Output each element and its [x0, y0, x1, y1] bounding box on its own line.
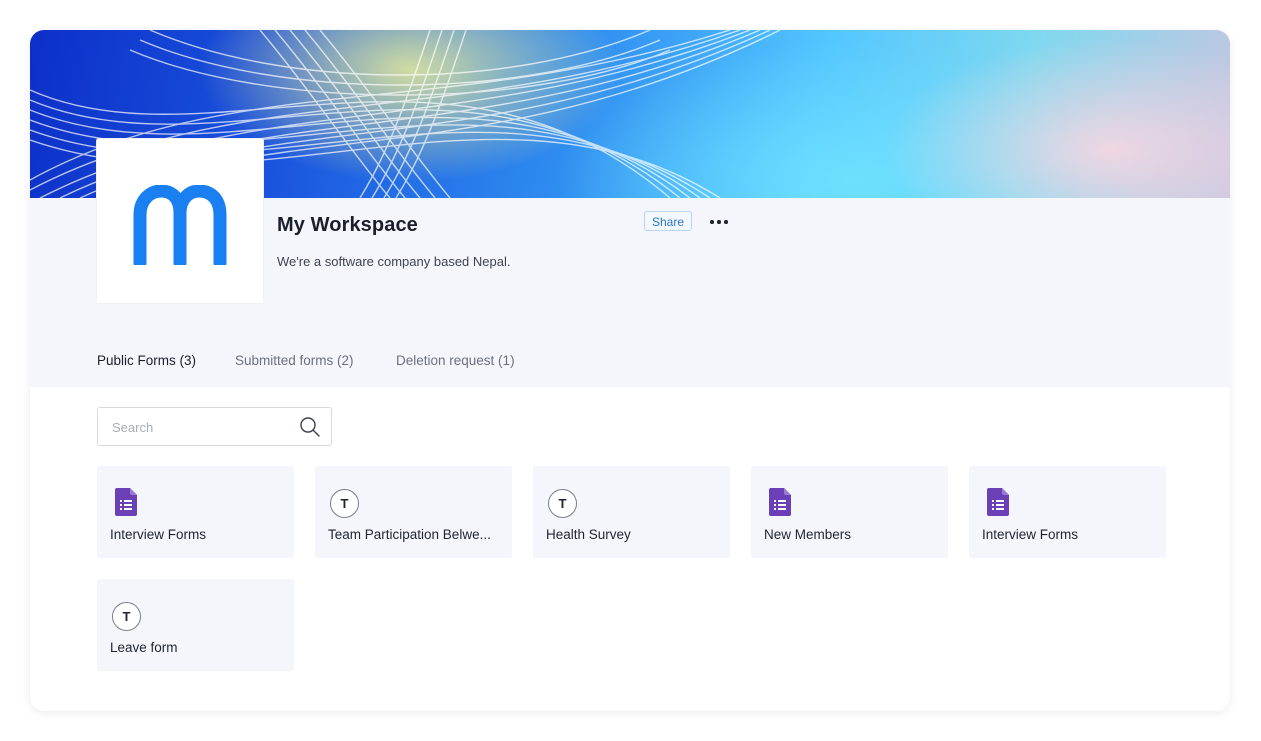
form-card-title: Interview Forms [110, 527, 207, 542]
google-forms-icon [115, 488, 137, 516]
workspace-card: My Workspace We're a software company ba… [30, 30, 1230, 711]
letter-avatar-icon: T [330, 489, 359, 518]
tab-submitted-forms[interactable]: Submitted forms (2) [235, 353, 354, 368]
workspace-title: My Workspace [277, 214, 418, 236]
more-options-icon[interactable] [708, 211, 730, 231]
share-button[interactable]: Share [644, 211, 693, 231]
workspace-description: We're a software company based Nepal. [277, 254, 511, 269]
form-card[interactable]: Interview Forms [97, 466, 294, 558]
form-card[interactable]: T Leave form [97, 579, 294, 671]
search-input[interactable] [110, 417, 294, 437]
search-box [97, 407, 332, 446]
form-card[interactable]: T Health Survey [533, 466, 730, 558]
form-card[interactable]: New Members [751, 466, 948, 558]
google-forms-icon [769, 488, 791, 516]
form-card-title: Health Survey [546, 527, 631, 542]
google-forms-icon [987, 488, 1009, 516]
form-card-title: Team Participation Belwe... [328, 527, 491, 542]
form-card-title: Leave form [110, 640, 178, 655]
tab-public-forms[interactable]: Public Forms (3) [97, 353, 196, 368]
letter-avatar-icon: T [548, 489, 577, 518]
workspace-logo [97, 139, 263, 303]
form-card[interactable]: T Team Participation Belwe... [315, 466, 512, 558]
form-card[interactable]: Interview Forms [969, 466, 1166, 558]
form-card-title: New Members [764, 527, 852, 542]
tab-deletion-request[interactable]: Deletion request (1) [396, 353, 515, 368]
search-icon[interactable] [299, 416, 321, 438]
letter-avatar-icon: T [112, 602, 141, 631]
form-card-title: Interview Forms [982, 527, 1079, 542]
